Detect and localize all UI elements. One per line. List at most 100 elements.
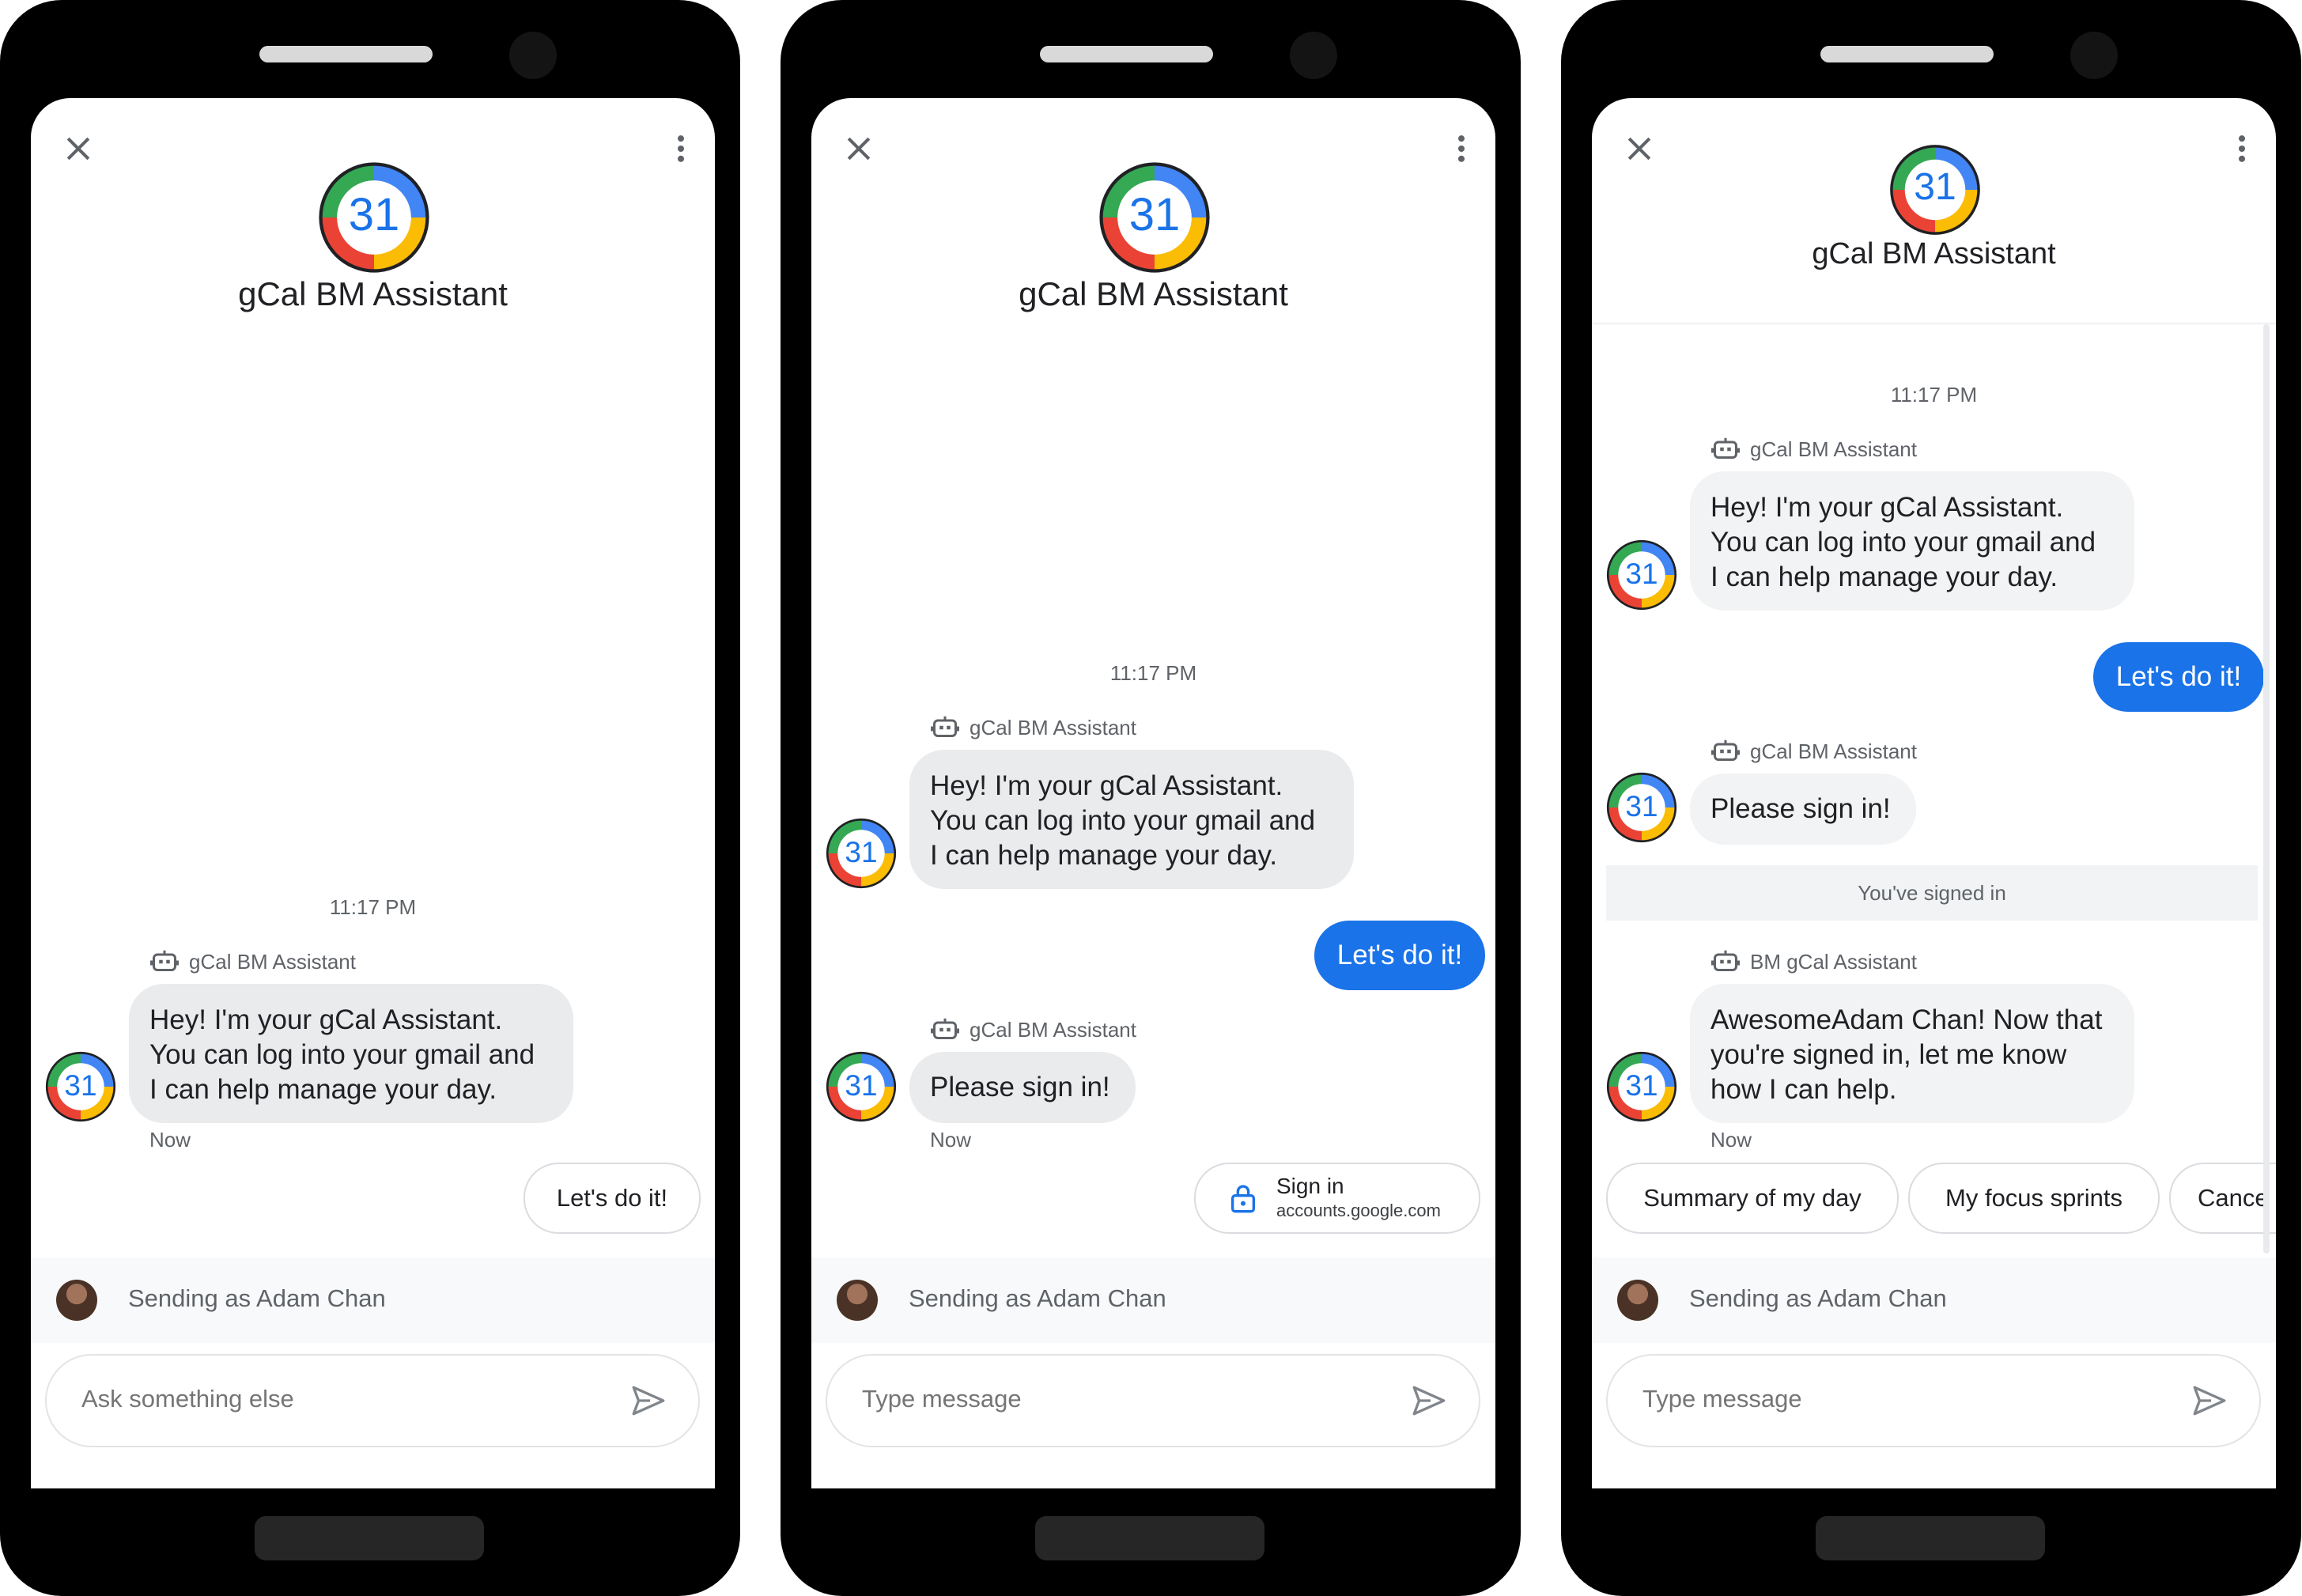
sender-label: gCal BM Assistant	[930, 1015, 1136, 1044]
robot-icon	[1710, 947, 1741, 976]
chat-screen-3: 31 gCal BM Assistant 11:17 PM gCal BM As…	[1592, 98, 2276, 1488]
sign-in-domain: accounts.google.com	[1276, 1201, 1441, 1220]
logo-number: 31	[845, 1069, 878, 1102]
logo-number: 31	[1128, 189, 1181, 240]
agent-logo: 31	[1098, 161, 1211, 274]
suggestion-chip-lets-do-it[interactable]: Let's do it!	[524, 1163, 701, 1234]
more-options-icon[interactable]	[663, 131, 698, 166]
logo-number: 31	[1625, 790, 1658, 823]
front-camera	[509, 32, 557, 79]
user-message-bubble: Let's do it!	[1314, 921, 1485, 990]
message-timestamp: 11:17 PM	[1890, 383, 1978, 407]
agent-message-bubble: Hey! I'm your gCal Assistant. You can lo…	[129, 984, 573, 1123]
send-icon[interactable]	[2190, 1381, 2229, 1420]
close-icon[interactable]	[1622, 131, 1657, 166]
sender-label: gCal BM Assistant	[149, 947, 356, 976]
message-timestamp: 11:17 PM	[329, 895, 417, 919]
robot-icon	[1710, 737, 1741, 766]
sending-as-label: Sending as Adam Chan	[1689, 1284, 1947, 1312]
speaker-grille	[259, 46, 433, 62]
user-message-bubble: Let's do it!	[2093, 642, 2264, 712]
logo-number: 31	[64, 1069, 97, 1102]
more-options-icon[interactable]	[1444, 131, 1479, 166]
message-status: Now	[149, 1128, 191, 1152]
sending-as-label: Sending as Adam Chan	[128, 1284, 386, 1312]
compose-box	[826, 1354, 1480, 1447]
message-input[interactable]	[860, 1384, 1378, 1414]
sending-as-bar: Sending as Adam Chan	[1592, 1258, 2276, 1343]
suggestion-chip-focus-sprints[interactable]: My focus sprints	[1908, 1163, 2160, 1234]
logo-number: 31	[348, 189, 400, 240]
agent-message-bubble: Hey! I'm your gCal Assistant. You can lo…	[909, 750, 1354, 889]
phone-frame-1: 31 gCal BM Assistant 11:17 PM gCal BM As…	[0, 0, 740, 1596]
sender-label: gCal BM Assistant	[930, 713, 1136, 742]
agent-avatar: 31	[1606, 1051, 1677, 1122]
chat-scrollbar[interactable]	[2263, 324, 2270, 1254]
sender-name: gCal BM Assistant	[970, 715, 1136, 739]
agent-avatar: 31	[1606, 539, 1677, 611]
sender-name: gCal BM Assistant	[970, 1017, 1136, 1042]
suggestion-chip-cancel[interactable]: Cance	[2169, 1163, 2276, 1234]
close-icon[interactable]	[841, 131, 876, 166]
robot-icon	[1710, 435, 1741, 463]
close-icon[interactable]	[61, 131, 96, 166]
chat-screen-1: 31 gCal BM Assistant 11:17 PM gCal BM As…	[31, 98, 715, 1488]
agent-message-bubble: AwesomeAdam Chan! Now that you're signed…	[1690, 984, 2134, 1123]
user-avatar	[837, 1280, 878, 1321]
sender-name: BM gCal Assistant	[1750, 949, 1917, 974]
robot-icon	[930, 1015, 960, 1044]
lock-icon	[1227, 1178, 1259, 1218]
logo-number: 31	[845, 836, 878, 868]
home-button[interactable]	[1035, 1516, 1264, 1560]
message-status: Now	[1710, 1128, 1752, 1152]
sender-label: gCal BM Assistant	[1710, 435, 1917, 463]
agent-avatar: 31	[45, 1051, 116, 1122]
home-button[interactable]	[1816, 1516, 2045, 1560]
message-status: Now	[930, 1128, 972, 1152]
front-camera	[2070, 32, 2118, 79]
header-divider	[1592, 323, 2276, 325]
sender-name: gCal BM Assistant	[1750, 739, 1917, 763]
logo-number: 31	[1914, 166, 1956, 208]
sender-label: BM gCal Assistant	[1710, 947, 1917, 976]
suggestion-chip-summary[interactable]: Summary of my day	[1606, 1163, 1899, 1234]
sending-as-bar: Sending as Adam Chan	[811, 1258, 1495, 1343]
agent-avatar: 31	[826, 818, 897, 889]
user-avatar	[56, 1280, 97, 1321]
agent-message-bubble: Hey! I'm your gCal Assistant. You can lo…	[1690, 471, 2134, 611]
logo-number: 31	[1625, 1069, 1658, 1102]
agent-name: gCal BM Assistant	[238, 275, 508, 312]
message-input[interactable]	[1641, 1384, 2158, 1414]
logo-number: 31	[1625, 558, 1658, 590]
agent-name: gCal BM Assistant	[1019, 275, 1288, 312]
sign-in-title: Sign in	[1276, 1174, 1344, 1198]
robot-icon	[149, 947, 180, 976]
sending-as-label: Sending as Adam Chan	[909, 1284, 1166, 1312]
more-options-icon[interactable]	[2225, 131, 2259, 166]
agent-avatar: 31	[826, 1051, 897, 1122]
compose-box	[45, 1354, 700, 1447]
send-icon[interactable]	[1409, 1381, 1449, 1420]
sender-name: gCal BM Assistant	[189, 949, 356, 974]
speaker-grille	[1820, 46, 1994, 62]
agent-logo: 31	[1889, 144, 1981, 236]
message-input[interactable]	[80, 1384, 597, 1414]
compose-box	[1606, 1354, 2261, 1447]
sign-in-chip[interactable]: Sign in accounts.google.com	[1194, 1163, 1480, 1234]
send-icon[interactable]	[629, 1381, 668, 1420]
agent-message-bubble: Please sign in!	[1690, 773, 1916, 845]
home-button[interactable]	[255, 1516, 484, 1560]
chat-screen-2: 31 gCal BM Assistant 11:17 PM gCal BM As…	[811, 98, 1495, 1488]
sending-as-bar: Sending as Adam Chan	[31, 1258, 715, 1343]
agent-name: gCal BM Assistant	[1812, 237, 2056, 270]
agent-avatar: 31	[1606, 772, 1677, 843]
sender-label: gCal BM Assistant	[1710, 737, 1917, 766]
agent-message-bubble: Please sign in!	[909, 1052, 1136, 1123]
front-camera	[1290, 32, 1337, 79]
phone-frame-2: 31 gCal BM Assistant 11:17 PM gCal BM As…	[781, 0, 1521, 1596]
robot-icon	[930, 713, 960, 742]
agent-logo: 31	[318, 161, 430, 274]
signed-in-system-message: You've signed in	[1606, 865, 2258, 921]
speaker-grille	[1040, 46, 1213, 62]
sender-name: gCal BM Assistant	[1750, 437, 1917, 461]
